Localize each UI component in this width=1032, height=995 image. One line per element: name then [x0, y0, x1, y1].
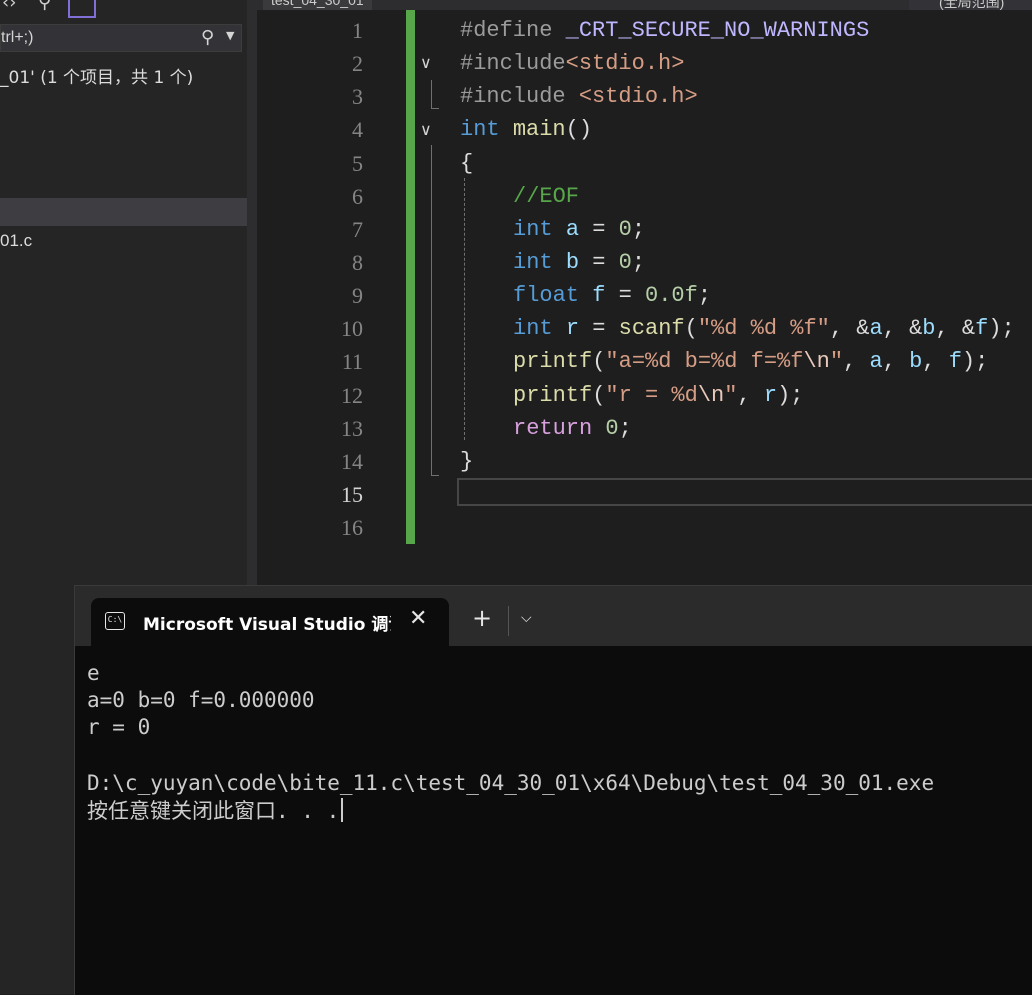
fold-guide-end	[431, 108, 439, 109]
line-number: 14	[341, 449, 363, 474]
change-tracking-bar	[406, 10, 415, 544]
preview-icon[interactable]	[68, 0, 96, 18]
terminal-icon: C:\	[105, 612, 125, 630]
line-number-current: 15	[341, 482, 363, 507]
code-icon[interactable]: ‹›	[2, 0, 16, 13]
code-line-11: printf("a=%d b=%d f=%f\n", a, b, f);	[513, 349, 989, 374]
indent-guide	[464, 178, 465, 440]
line-number: 7	[352, 217, 363, 242]
collapse-chevron-icon[interactable]: ∨	[420, 53, 432, 72]
line-number: 2	[352, 51, 363, 76]
selected-tree-row[interactable]	[0, 198, 247, 226]
line-number: 13	[341, 416, 363, 441]
fold-guide	[431, 145, 432, 475]
line-number: 9	[352, 283, 363, 308]
scope-dropdown[interactable]: (全局范围)	[909, 0, 1032, 10]
fold-guide	[431, 80, 432, 108]
console-output-line: a=0 b=0 f=0.000000	[87, 688, 315, 712]
line-number: 12	[341, 383, 363, 408]
console-tab[interactable]: C:\ Microsoft Visual Studio 调试控制台 ✕	[91, 598, 449, 646]
document-tab[interactable]: test_04_30_01	[263, 0, 372, 10]
code-line-7: int a = 0;	[513, 217, 646, 242]
solution-explorer-toolbar: ‹› ⚲	[0, 0, 247, 20]
code-line-2: #include<stdio.h>	[460, 51, 685, 76]
line-number: 8	[352, 250, 363, 275]
titlebar-divider	[508, 606, 509, 636]
line-number: 5	[352, 151, 363, 176]
code-line-3: #include <stdio.h>	[460, 84, 698, 109]
code-line-8: int b = 0;	[513, 250, 646, 275]
code-line-12: printf("r = %d\n", r);	[513, 383, 804, 408]
text-cursor	[341, 798, 344, 822]
solution-node[interactable]: _01' (1 个项目，共 1 个)	[0, 63, 193, 88]
line-number: 1	[352, 18, 363, 43]
line-number: 4	[352, 117, 363, 142]
collapse-chevron-icon[interactable]: ∨	[420, 120, 432, 139]
code-line-1: #define _CRT_SECURE_NO_WARNINGS	[460, 18, 870, 43]
chevron-down-icon[interactable]: ▼	[226, 29, 234, 42]
source-file-item[interactable]: 01.c	[0, 231, 32, 251]
console-tab-title: Microsoft Visual Studio 调试控制台	[143, 615, 391, 634]
line-number: 16	[341, 515, 363, 540]
console-prompt-line: 按任意键关闭此窗口. . .	[87, 797, 344, 825]
current-line-highlight	[457, 478, 1032, 506]
fold-guide-end	[431, 475, 439, 476]
code-line-5: {	[460, 151, 474, 176]
code-line-6: //EOF	[513, 184, 580, 209]
wrench-icon[interactable]: ⚲	[38, 0, 51, 13]
search-icon[interactable]: ⚲	[201, 27, 214, 48]
code-line-13: return 0;	[513, 416, 632, 441]
code-line-10: int r = scanf("%d %d %f", &a, &b, &f);	[513, 316, 1015, 341]
console-output-line: e	[87, 661, 100, 685]
solution-search-input[interactable]: trl+;) ⚲ ▼	[0, 24, 242, 52]
editor-margin	[257, 10, 293, 594]
search-placeholder: trl+;)	[1, 29, 34, 46]
line-number: 6	[352, 184, 363, 209]
chevron-down-icon[interactable]: ⌵	[521, 610, 532, 626]
console-output-path: D:\c_yuyan\code\bite_11.c\test_04_30_01\…	[87, 771, 935, 795]
console-output-line: r = 0	[87, 715, 151, 739]
code-line-14: }	[460, 449, 474, 474]
code-line-4: int main()	[460, 117, 593, 142]
line-number: 10	[341, 316, 363, 341]
debug-console-window[interactable]: C:\ Microsoft Visual Studio 调试控制台 ✕ + ⌵ …	[74, 585, 1032, 995]
close-icon[interactable]: ✕	[409, 606, 427, 631]
code-line-9: float f = 0.0f;	[513, 283, 712, 308]
line-number: 11	[341, 349, 363, 374]
line-number: 3	[352, 84, 363, 109]
press-key-message: 按任意键关闭此窗口. . .	[87, 799, 340, 823]
console-titlebar[interactable]: C:\ Microsoft Visual Studio 调试控制台 ✕ + ⌵	[75, 586, 1032, 646]
editor-tab-strip: test_04_30_01 (全局范围)	[257, 0, 1032, 10]
plus-icon[interactable]: +	[472, 606, 492, 630]
